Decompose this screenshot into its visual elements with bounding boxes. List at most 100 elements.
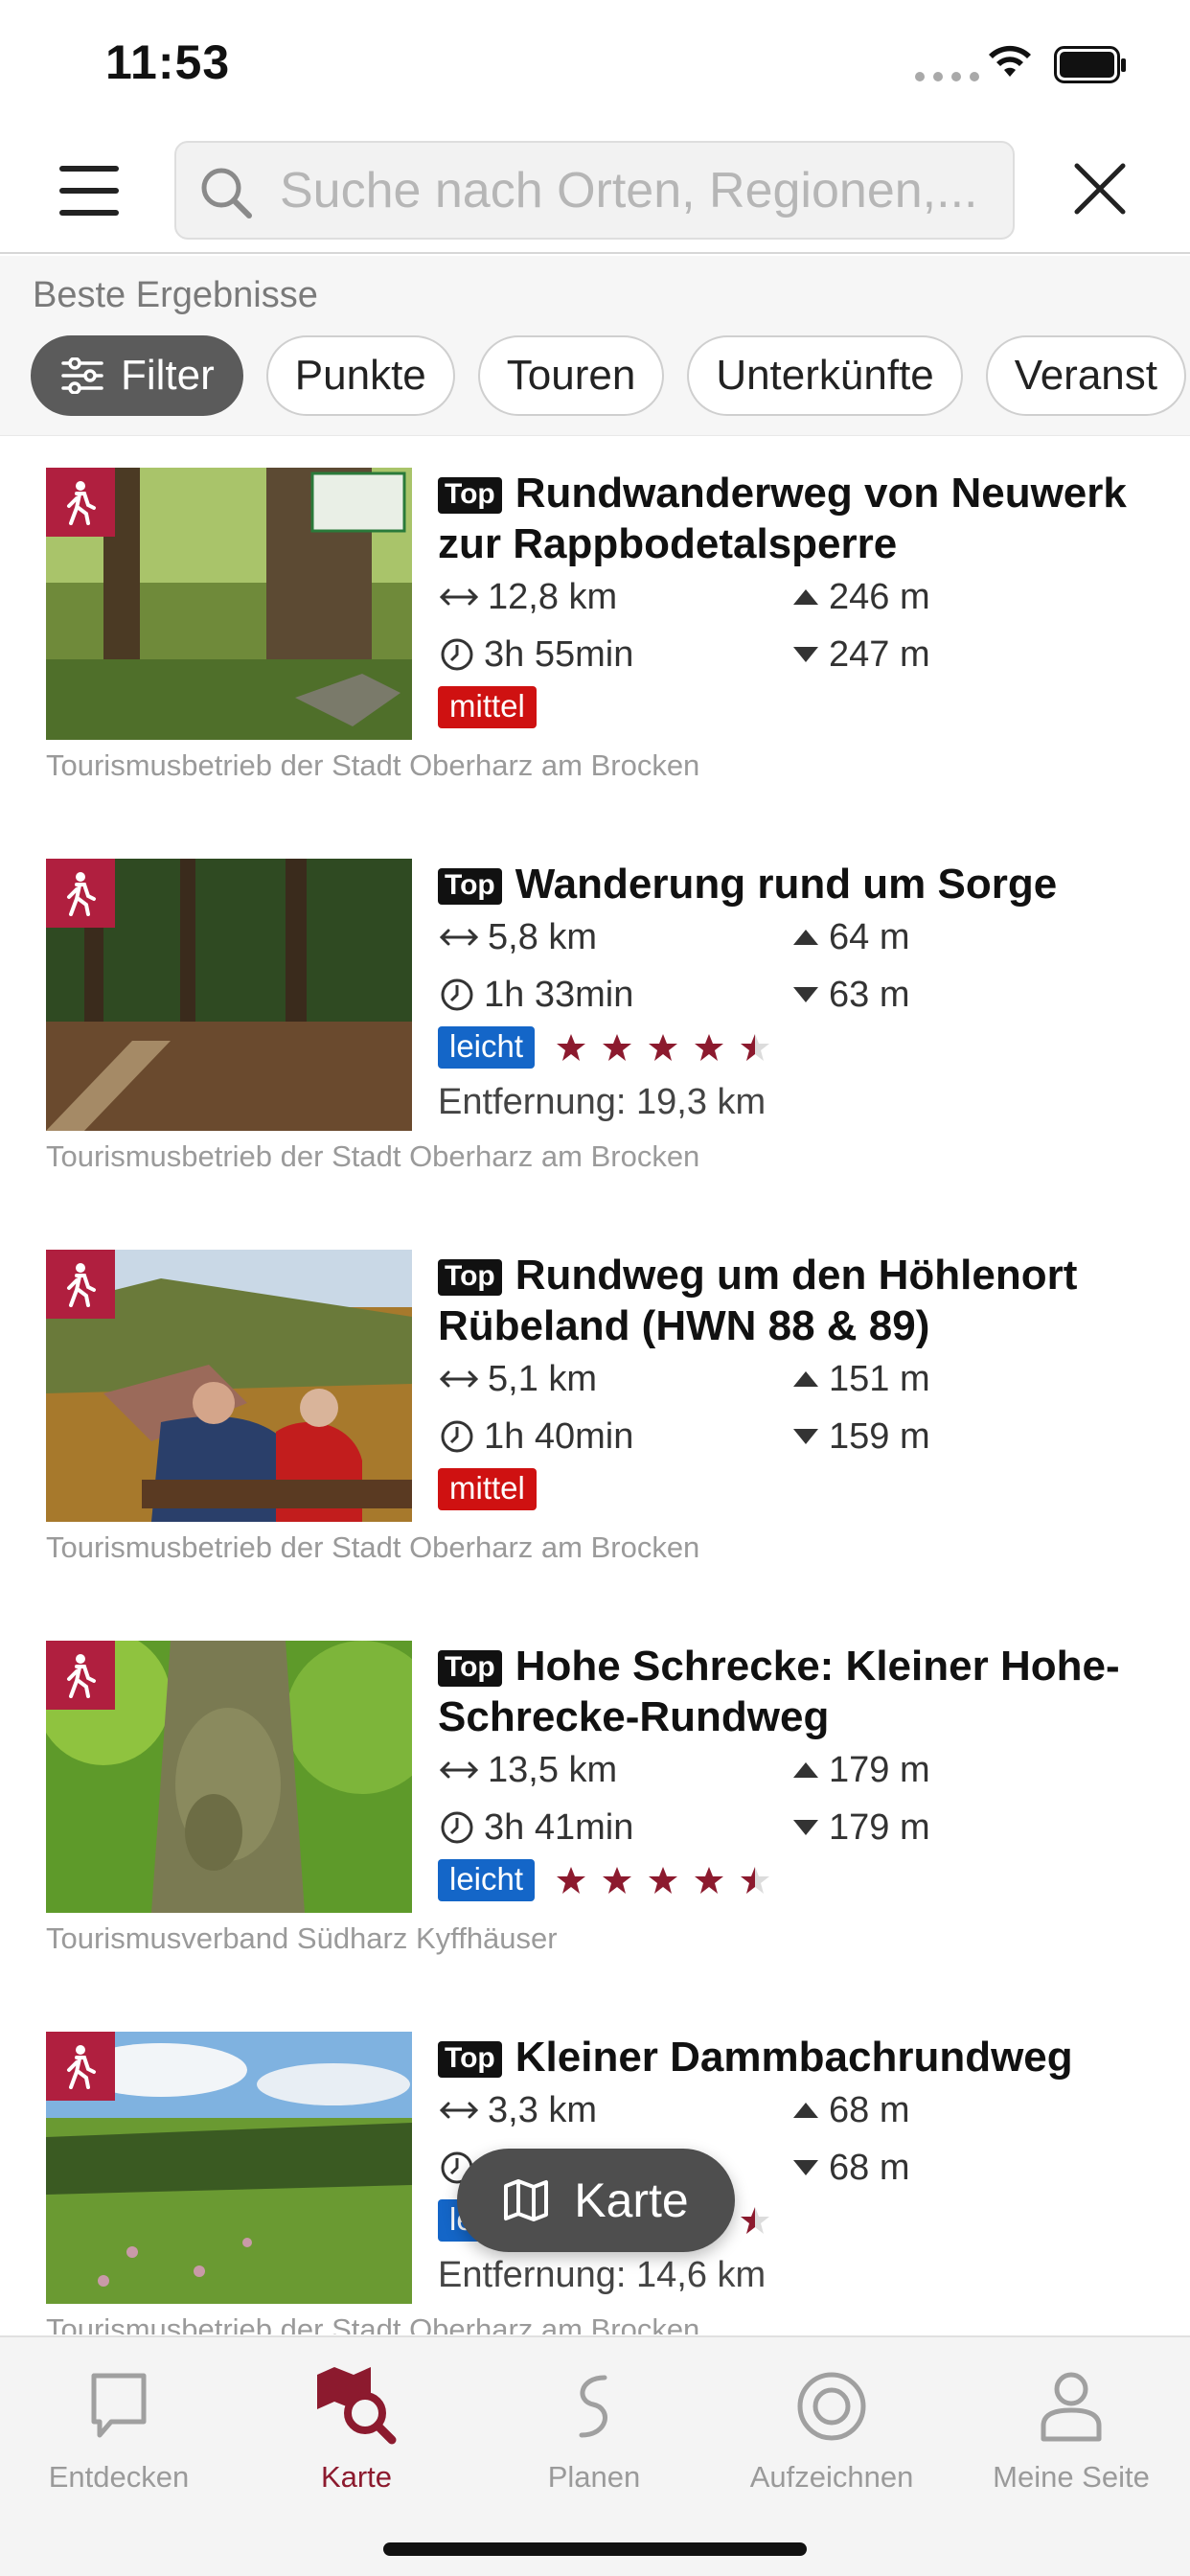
result-title: Top Rundwanderweg von Neuwerk zur Rappbod… xyxy=(438,470,1127,567)
duration-stat: 3h 55min xyxy=(440,631,633,678)
chip-veranstaltungen[interactable]: Veranst xyxy=(985,335,1186,416)
descent-icon xyxy=(793,2160,818,2175)
cellular-signal-icon xyxy=(915,72,979,81)
hiking-badge xyxy=(46,859,115,928)
star-icon xyxy=(695,1867,724,1894)
ascent-icon xyxy=(793,1371,818,1387)
descent-stat: 247 m xyxy=(792,631,930,678)
top-tag: Top xyxy=(438,868,502,905)
result-source: Tourismusbetrieb der Stadt Oberharz am B… xyxy=(46,1530,700,1564)
result-source: Tourismusbetrieb der Stadt Oberharz am B… xyxy=(46,1139,700,1173)
descent-icon xyxy=(793,1820,818,1835)
result-card[interactable]: Top Wanderung rund um Sorge 5,8 km 1h 33m… xyxy=(0,828,1190,1219)
tab-aufzeichnen[interactable]: Aufzeichnen xyxy=(713,2358,950,2495)
result-source: Tourismusbetrieb der Stadt Oberharz am B… xyxy=(46,2312,700,2334)
clock-icon xyxy=(441,638,473,671)
ascent-stat: 151 m xyxy=(792,1355,930,1403)
status-time: 11:53 xyxy=(105,35,231,89)
tab-meine-seite[interactable]: Meine Seite xyxy=(952,2358,1190,2495)
search-bar[interactable] xyxy=(174,141,1015,240)
descent-stat: 68 m xyxy=(792,2144,909,2192)
filter-bar: Beste Ergebnisse Filter Punkte Touren Un… xyxy=(0,256,1190,436)
result-stats: 5,8 km 1h 33min 64 m 63 m xyxy=(438,913,1166,1028)
hiking-badge xyxy=(46,2032,115,2101)
distance-from-user: Entfernung: 19,3 km xyxy=(438,1082,767,1122)
hiking-badge xyxy=(46,1250,115,1319)
chip-punkte[interactable]: Punkte xyxy=(265,335,455,416)
tab-karte[interactable]: Karte xyxy=(238,2358,475,2495)
star-icon xyxy=(695,1034,724,1061)
chip-touren[interactable]: Touren xyxy=(477,335,665,416)
tour-image[interactable] xyxy=(46,2032,412,2304)
status-bar: 11:53 xyxy=(0,0,1190,129)
result-stats: 13,5 km 3h 41min 179 m 179 m xyxy=(438,1746,1166,1861)
result-stats: 12,8 km 3h 55min 246 m 247 m xyxy=(438,573,1166,688)
clock-icon xyxy=(441,1811,473,1844)
star-icon xyxy=(603,1034,632,1061)
star-icon xyxy=(557,1867,586,1894)
filter-label: Filter xyxy=(121,352,215,399)
result-title: Top Wanderung rund um Sorge xyxy=(438,859,1166,909)
route-icon xyxy=(579,2375,607,2438)
wifi-icon xyxy=(989,45,1031,77)
ascent-icon xyxy=(793,2103,818,2118)
ascent-stat: 68 m xyxy=(792,2086,909,2134)
result-card[interactable]: Top Hohe Schrecke: Kleiner Hohe-Schrecke-… xyxy=(0,1610,1190,2001)
tour-image[interactable] xyxy=(46,468,412,740)
descent-icon xyxy=(793,647,818,662)
result-title: Top Hohe Schrecke: Kleiner Hohe-Schrecke-… xyxy=(438,1643,1120,1740)
map-view-button[interactable]: Karte xyxy=(457,2149,735,2252)
half-star-icon xyxy=(741,2207,770,2234)
result-card[interactable]: Top Rundweg um den Höhlenort Rübeland (HW… xyxy=(0,1219,1190,1610)
result-info: Top Rundweg um den Höhlenort Rübeland (HW… xyxy=(438,1250,1166,1512)
difficulty-badge: mittel xyxy=(438,686,537,728)
result-stats: 5,1 km 1h 40min 151 m 159 m xyxy=(438,1355,1166,1470)
distance-from-user: Entfernung: 14,6 km xyxy=(438,2255,767,2295)
result-info: Top Wanderung rund um Sorge 5,8 km 1h 33m… xyxy=(438,859,1166,1123)
results-label: Beste Ergebnisse xyxy=(33,275,318,315)
speech-bubble-icon xyxy=(91,2373,147,2438)
clock-icon xyxy=(441,978,473,1011)
tab-planen[interactable]: Planen xyxy=(475,2358,713,2495)
result-info: Top Hohe Schrecke: Kleiner Hohe-Schrecke-… xyxy=(438,1641,1166,1903)
ascent-stat: 64 m xyxy=(792,913,909,961)
tab-entdecken[interactable]: Entdecken xyxy=(0,2358,238,2495)
result-info: Top Rundwanderweg von Neuwerk zur Rappbod… xyxy=(438,468,1166,730)
result-title: Top Kleiner Dammbachrundweg xyxy=(438,2032,1166,2082)
descent-stat: 63 m xyxy=(792,971,909,1019)
filter-button[interactable]: Filter xyxy=(31,335,243,416)
distance-stat: 5,8 km xyxy=(440,913,597,961)
distance-icon xyxy=(440,1370,478,1388)
tour-image[interactable] xyxy=(46,1641,412,1913)
star-icon xyxy=(649,1867,678,1894)
tour-image[interactable] xyxy=(46,1250,412,1522)
close-icon[interactable] xyxy=(1071,160,1129,218)
search-input[interactable] xyxy=(278,143,987,238)
clock-icon xyxy=(441,1420,473,1453)
hiking-icon xyxy=(67,1654,96,1698)
filter-chips: Filter Punkte Touren Unterkünfte Veranst xyxy=(31,335,1186,416)
results-list: Top Rundwanderweg von Neuwerk zur Rappbod… xyxy=(0,437,1190,2334)
top-tag: Top xyxy=(438,1650,502,1687)
top-tag: Top xyxy=(438,477,502,514)
top-tag: Top xyxy=(438,1259,502,1296)
tab-bar: Entdecken Karte Planen Aufzeichnen Meine… xyxy=(0,2335,1190,2576)
chip-unterkuenfte[interactable]: Unterkünfte xyxy=(687,335,963,416)
tour-image[interactable] xyxy=(46,859,412,1131)
search-icon xyxy=(201,168,252,218)
map-view-label: Karte xyxy=(574,2174,689,2227)
menu-icon xyxy=(59,166,119,172)
result-title: Top Rundweg um den Höhlenort Rübeland (HW… xyxy=(438,1252,1078,1349)
ascent-stat: 179 m xyxy=(792,1746,930,1794)
distance-icon xyxy=(440,2102,478,2119)
hiking-badge xyxy=(46,1641,115,1710)
duration-stat: 3h 41min xyxy=(440,1804,633,1852)
result-card[interactable]: Top Rundwanderweg von Neuwerk zur Rappbod… xyxy=(0,437,1190,828)
home-indicator xyxy=(383,2542,807,2556)
menu-button[interactable] xyxy=(59,166,126,221)
difficulty-badge: leicht xyxy=(438,1026,536,1069)
distance-stat: 13,5 km xyxy=(440,1746,617,1794)
distance-stat: 5,1 km xyxy=(440,1355,597,1403)
descent-icon xyxy=(793,987,818,1002)
result-source: Tourismusverband Südharz Kyffhäuser xyxy=(46,1921,558,1955)
